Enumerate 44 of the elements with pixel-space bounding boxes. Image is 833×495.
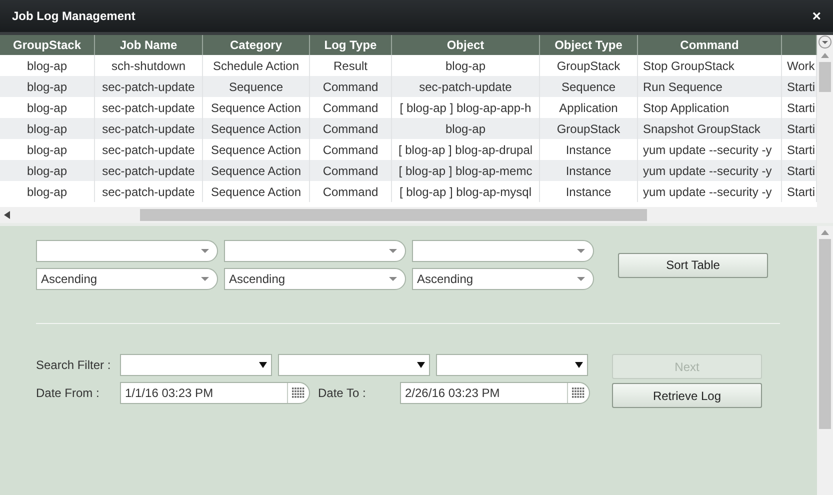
caret-icon — [417, 362, 425, 368]
filter-dropdown[interactable] — [120, 354, 272, 376]
scroll-up-icon[interactable] — [821, 53, 829, 58]
date-from-field[interactable]: 1/1/16 03:23 PM — [120, 382, 310, 404]
caret-icon — [389, 249, 397, 253]
vertical-scrollbar[interactable] — [817, 35, 833, 223]
caret-icon — [259, 362, 267, 368]
vertical-scrollbar[interactable] — [817, 226, 833, 495]
scroll-left-icon[interactable] — [4, 211, 10, 219]
date-to-label: Date To : — [318, 386, 367, 400]
close-button[interactable]: × — [812, 8, 821, 24]
caret-icon — [577, 277, 585, 281]
table-cell: [ blog-ap ] blog-ap-mysql — [392, 181, 540, 202]
sort-key-dropdown[interactable] — [412, 240, 594, 262]
table-cell: yum update --security -y — [638, 181, 782, 202]
caret-icon — [201, 249, 209, 253]
table-cell: sec-patch-update — [95, 181, 203, 202]
sort-order-dropdown[interactable]: Ascending — [412, 268, 594, 290]
retrieve-log-button[interactable]: Retrieve Log — [612, 383, 762, 408]
caret-icon — [575, 362, 583, 368]
scroll-up-icon[interactable] — [821, 230, 829, 235]
sort-order-dropdown[interactable]: Ascending — [36, 268, 218, 290]
table-cell: blog-ap — [0, 181, 95, 202]
caret-icon — [577, 249, 585, 253]
sort-order-dropdown[interactable]: Ascending — [224, 268, 406, 290]
search-filter-label: Search Filter : — [36, 358, 112, 372]
sort-key-dropdown[interactable] — [36, 240, 218, 262]
horizontal-scrollbar[interactable] — [0, 207, 817, 223]
window-title: Job Log Management — [12, 9, 136, 23]
table-cell: Command — [310, 181, 392, 202]
filter-dropdown[interactable] — [278, 354, 430, 376]
date-to-field[interactable]: 2/26/16 03:23 PM — [400, 382, 590, 404]
filter-dropdown[interactable] — [436, 354, 588, 376]
sort-key-dropdown[interactable] — [224, 240, 406, 262]
scrollbar-thumb[interactable] — [140, 209, 647, 221]
table-cell: Sequence Action — [203, 181, 310, 202]
sort-table-button[interactable]: Sort Table — [618, 252, 768, 278]
caret-icon — [201, 277, 209, 281]
table-cell: Instance — [540, 181, 638, 202]
date-from-label: Date From : — [36, 386, 100, 400]
scrollbar-thumb[interactable] — [819, 239, 831, 429]
column-menu-icon[interactable] — [818, 35, 832, 49]
scrollbar-thumb[interactable] — [819, 62, 831, 92]
caret-icon — [389, 277, 397, 281]
